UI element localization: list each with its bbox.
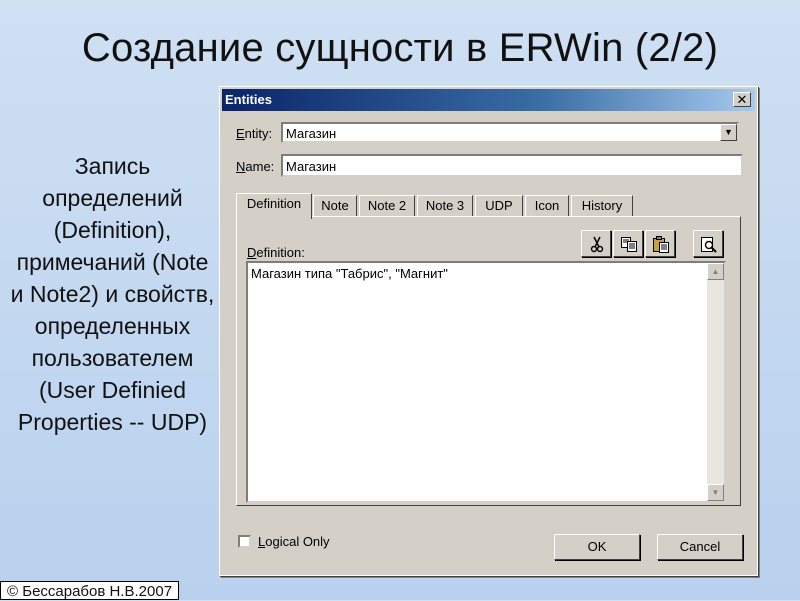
tab-udp[interactable]: UDP — [475, 195, 523, 217]
name-label: Name: — [236, 159, 275, 174]
name-field[interactable]: Магазин — [281, 154, 743, 177]
chevron-down-icon[interactable]: ▼ — [720, 124, 737, 141]
cancel-button[interactable]: Cancel — [657, 534, 743, 560]
slide-description: Запись определений (Definition), примеча… — [10, 153, 215, 435]
scroll-down-icon[interactable]: ▼ — [707, 484, 724, 501]
vertical-scrollbar[interactable]: ▲ ▼ — [707, 263, 724, 501]
paste-icon — [653, 236, 669, 253]
copy-button[interactable] — [613, 230, 643, 257]
dialog-title: Entities — [225, 92, 272, 107]
logical-only-label: Logical Only — [258, 534, 330, 549]
definition-textarea[interactable]: Магазин типа "Табрис", "Магнит" ▲ ▼ — [246, 261, 726, 503]
cut-icon — [590, 236, 604, 253]
preview-icon — [701, 237, 717, 253]
preview-button[interactable] — [693, 230, 723, 257]
cut-button[interactable] — [581, 230, 611, 257]
entity-combobox[interactable]: Магазин ▼ — [281, 122, 739, 143]
entity-label: Entity: — [236, 126, 273, 141]
copy-icon — [621, 237, 637, 252]
scroll-up-icon[interactable]: ▲ — [707, 263, 724, 280]
definition-text: Магазин типа "Табрис", "Магнит" — [251, 266, 448, 281]
entities-dialog: Entities ✕ Entity: Магазин ▼ Name: Магаз… — [219, 86, 758, 576]
ok-button[interactable]: OK — [554, 534, 640, 560]
dialog-titlebar[interactable]: Entities ✕ — [222, 89, 755, 111]
tab-icon[interactable]: Icon — [525, 195, 569, 217]
definition-label: Definition: — [247, 245, 305, 260]
tab-definition[interactable]: Definition — [236, 193, 312, 219]
logical-only-checkbox[interactable] — [238, 535, 251, 548]
tab-note-3[interactable]: Note 3 — [417, 195, 473, 217]
tab-note[interactable]: Note — [313, 195, 357, 217]
entity-value: Магазин — [286, 126, 337, 141]
tab-history[interactable]: History — [571, 195, 633, 217]
copyright-footer: © Бессарабов Н.В.2007 — [0, 581, 180, 600]
slide-title: Создание сущности в ERWin (2/2) — [81, 26, 719, 70]
close-icon: ✕ — [736, 92, 748, 107]
paste-button[interactable] — [645, 230, 675, 257]
close-button[interactable]: ✕ — [733, 92, 751, 107]
tab-note-2[interactable]: Note 2 — [359, 195, 415, 217]
name-value: Магазин — [286, 159, 337, 174]
